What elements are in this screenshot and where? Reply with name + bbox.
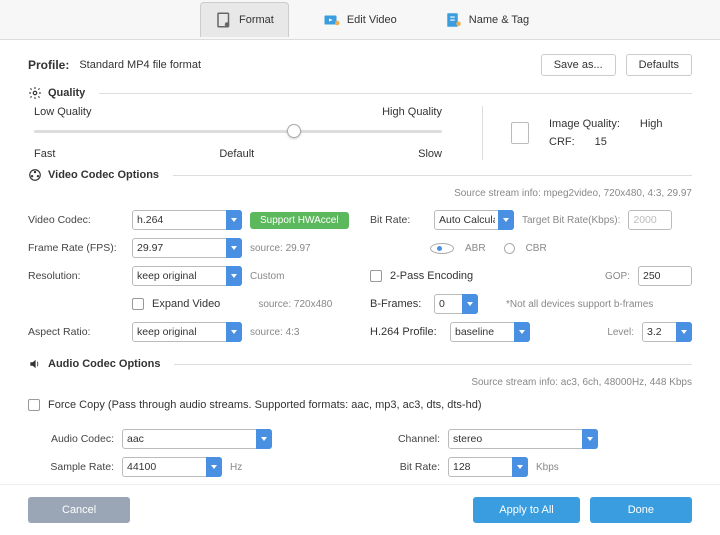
chevron-down-icon[interactable]	[226, 210, 242, 230]
default-label: Default	[219, 148, 254, 160]
footer: Cancel Apply to All Done	[0, 484, 720, 535]
quality-slider[interactable]	[34, 122, 442, 146]
expand-video-checkbox[interactable]	[132, 298, 144, 310]
force-copy-checkbox[interactable]	[28, 399, 40, 411]
audio-source-info: Source stream info: ac3, 6ch, 48000Hz, 4…	[28, 377, 692, 388]
abr-label: ABR	[465, 243, 486, 254]
format-icon	[215, 11, 233, 29]
bframes-label: B-Frames:	[370, 298, 426, 310]
h264-profile-label: H.264 Profile:	[370, 326, 442, 338]
fps-source: source: 29.97	[250, 243, 311, 254]
chevron-down-icon[interactable]	[206, 457, 222, 477]
quality-title: Quality	[48, 87, 85, 99]
audio-codec-select[interactable]	[122, 429, 272, 449]
tab-edit-label: Edit Video	[347, 14, 397, 26]
cbr-radio[interactable]	[504, 243, 515, 254]
gop-input[interactable]	[638, 266, 692, 286]
two-pass-label: 2-Pass Encoding	[390, 270, 473, 282]
expand-video-label: Expand Video	[152, 298, 220, 310]
defaults-button[interactable]: Defaults	[626, 54, 692, 76]
chevron-down-icon[interactable]	[256, 429, 272, 449]
edit-video-icon	[323, 11, 341, 29]
cancel-button[interactable]: Cancel	[28, 497, 130, 523]
target-bitrate-label: Target Bit Rate(Kbps):	[522, 215, 620, 226]
chevron-down-icon[interactable]	[514, 322, 530, 342]
chevron-down-icon[interactable]	[512, 457, 528, 477]
force-copy-label: Force Copy (Pass through audio streams. …	[48, 399, 481, 411]
crf-label: CRF:	[549, 136, 575, 148]
tab-name-label: Name & Tag	[469, 14, 529, 26]
document-icon	[511, 122, 529, 144]
chevron-down-icon[interactable]	[582, 429, 598, 449]
gear-icon	[28, 86, 42, 100]
tab-format-label: Format	[239, 14, 274, 26]
apply-to-all-button[interactable]: Apply to All	[473, 497, 579, 523]
aspect-ratio-label: Aspect Ratio:	[28, 326, 124, 338]
chevron-down-icon[interactable]	[226, 322, 242, 342]
done-button[interactable]: Done	[590, 497, 692, 523]
audio-codec-label: Audio Codec:	[28, 433, 114, 445]
slow-label: Slow	[418, 148, 442, 160]
resolution-label: Resolution:	[28, 270, 124, 282]
gop-label: GOP:	[605, 271, 630, 282]
bitrate-label: Bit Rate:	[370, 214, 426, 226]
custom-label: Custom	[250, 271, 284, 282]
hwaccel-button[interactable]: Support HWAccel	[250, 212, 349, 229]
image-quality-label: Image Quality:	[549, 118, 620, 130]
name-tag-icon	[445, 11, 463, 29]
quality-section-head: Quality	[28, 86, 692, 100]
speaker-icon	[28, 357, 42, 371]
film-icon	[28, 168, 42, 182]
crf-value: 15	[595, 136, 607, 148]
fast-label: Fast	[34, 148, 55, 160]
resolution-source: source: 720x480	[258, 299, 332, 310]
image-quality-value: High	[640, 118, 663, 130]
video-codec-label: Video Codec:	[28, 214, 124, 226]
tab-name-tag[interactable]: Name & Tag	[431, 3, 543, 37]
channel-select[interactable]	[448, 429, 598, 449]
channel-label: Channel:	[370, 433, 440, 445]
hz-label: Hz	[230, 462, 242, 473]
target-bitrate-input[interactable]	[628, 210, 672, 230]
profile-value: Standard MP4 file format	[79, 59, 201, 71]
two-pass-checkbox[interactable]	[370, 270, 382, 282]
bframes-note: *Not all devices support b-frames	[506, 299, 653, 310]
aspect-ratio-source: source: 4:3	[250, 327, 299, 338]
video-source-info: Source stream info: mpeg2video, 720x480,…	[28, 188, 692, 199]
level-label: Level:	[607, 327, 634, 338]
audio-codec-title: Audio Codec Options	[48, 358, 160, 370]
chevron-down-icon[interactable]	[462, 294, 478, 314]
cbr-label: CBR	[526, 243, 547, 254]
video-codec-section-head: Video Codec Options	[28, 168, 692, 182]
kbps-label: Kbps	[536, 462, 559, 473]
tab-format[interactable]: Format	[200, 2, 289, 37]
chevron-down-icon[interactable]	[498, 210, 514, 230]
chevron-down-icon[interactable]	[676, 322, 692, 342]
tab-edit-video[interactable]: Edit Video	[309, 3, 411, 37]
save-as-button[interactable]: Save as...	[541, 54, 616, 76]
audio-bitrate-label: Bit Rate:	[370, 461, 440, 473]
sample-rate-label: Sample Rate:	[28, 461, 114, 473]
high-quality-label: High Quality	[382, 106, 442, 118]
chevron-down-icon[interactable]	[226, 238, 242, 258]
audio-codec-section-head: Audio Codec Options	[28, 357, 692, 371]
abr-radio[interactable]	[430, 243, 454, 254]
tab-bar: Format Edit Video Name & Tag	[0, 0, 720, 40]
chevron-down-icon[interactable]	[226, 266, 242, 286]
profile-row: Profile: Standard MP4 file format Save a…	[28, 54, 692, 76]
fps-label: Frame Rate (FPS):	[28, 242, 124, 254]
video-codec-title: Video Codec Options	[48, 169, 159, 181]
low-quality-label: Low Quality	[34, 106, 91, 118]
profile-label: Profile:	[28, 58, 69, 72]
